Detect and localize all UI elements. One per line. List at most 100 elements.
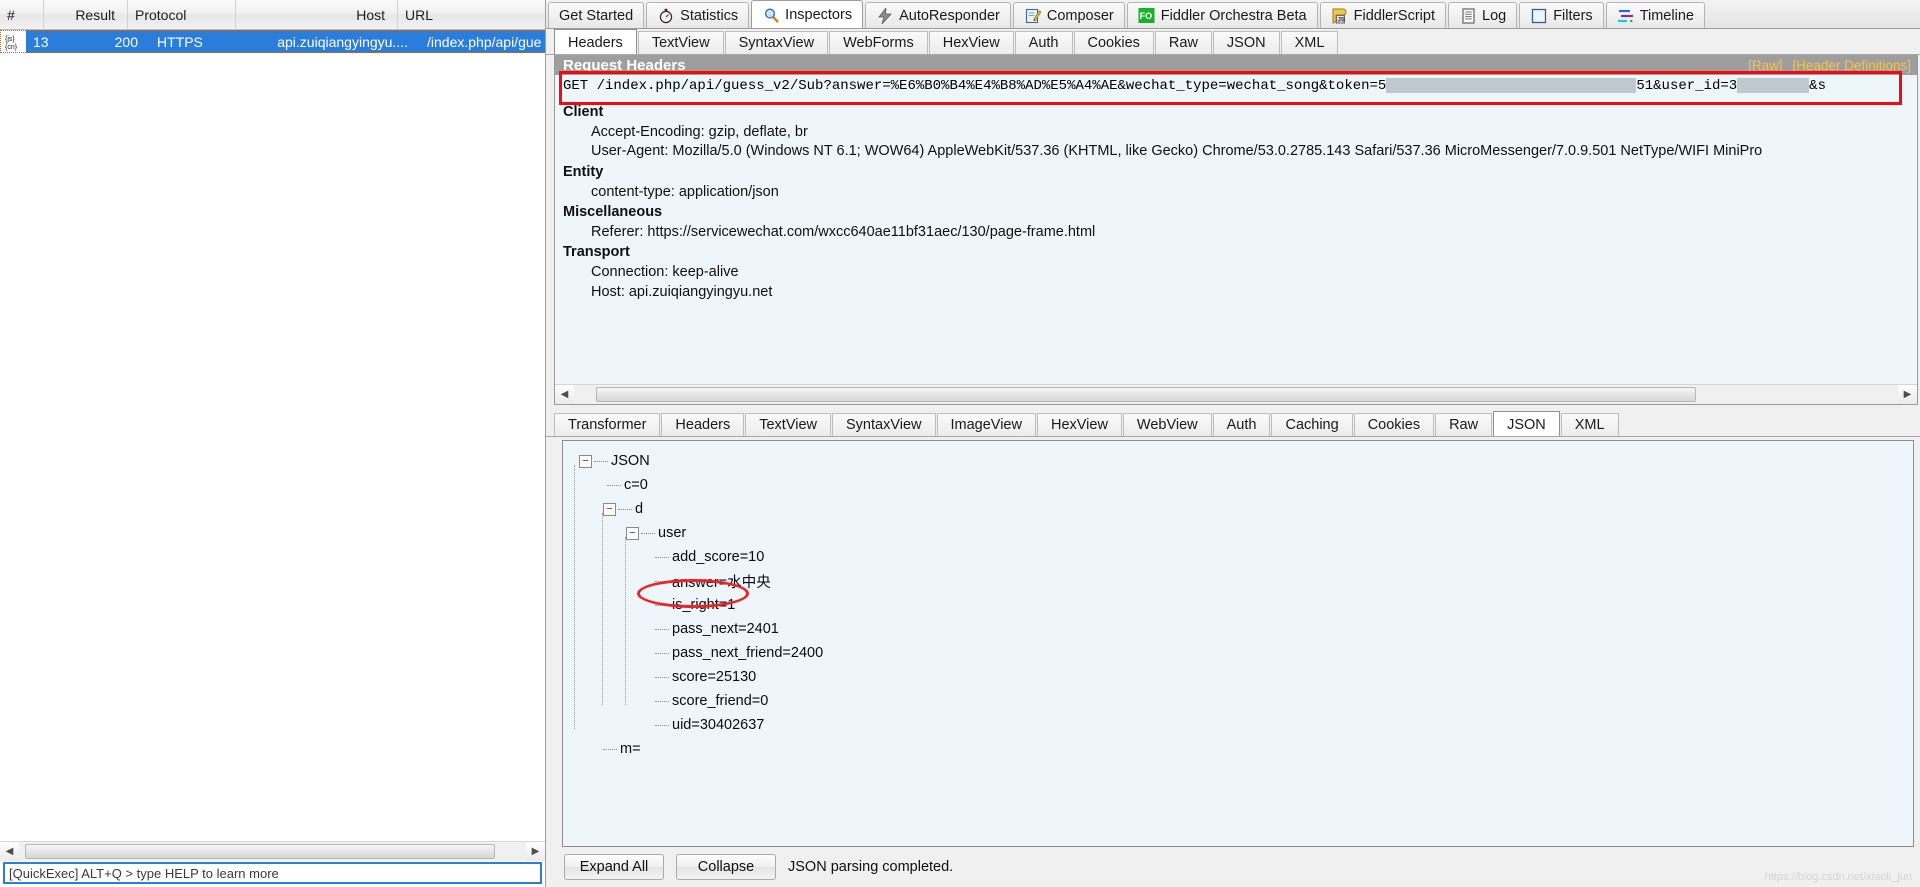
request-inspector-tab-strip[interactable]: Headers TextView SyntaxView WebForms Hex… (546, 29, 1920, 55)
scroll-track[interactable] (574, 385, 1898, 404)
request-line[interactable]: GET /index.php/api/guess_v2/Sub?answer=%… (555, 75, 1917, 99)
header-group-entity[interactable]: Entity (563, 162, 1917, 183)
request-line-mid: 51&user_id=3 (1636, 78, 1738, 95)
header-group-miscellaneous[interactable]: Miscellaneous (563, 202, 1917, 223)
tab-label: Statistics (680, 7, 739, 24)
header-definitions-link[interactable]: [Header Definitions] (1792, 58, 1911, 73)
scroll-left-icon[interactable]: ◀ (555, 385, 574, 404)
column-header-protocol[interactable]: Protocol (128, 0, 236, 29)
tab-resp-transformer[interactable]: Transformer (554, 413, 661, 436)
tab-resp-hexview[interactable]: HexView (1036, 413, 1122, 436)
collapse-toggle-icon[interactable]: − (579, 454, 592, 468)
column-header-number[interactable]: # (0, 0, 44, 29)
tree-node-uid[interactable]: uid=30402637 (575, 713, 1913, 737)
tree-connector-icon (655, 580, 669, 582)
session-list-horizontal-scrollbar[interactable]: ◀ ▶ (0, 841, 545, 861)
header-host[interactable]: Host: api.zuiqiangyingyu.net (563, 283, 1917, 303)
tab-req-hexview[interactable]: HexView (928, 31, 1014, 54)
tree-node-is-right[interactable]: is_right=1 (575, 593, 1913, 617)
collapse-toggle-icon[interactable]: − (603, 502, 616, 516)
request-horizontal-scrollbar[interactable]: ◀ ▶ (555, 384, 1917, 404)
tab-req-syntaxview[interactable]: SyntaxView (724, 31, 829, 54)
scroll-thumb[interactable] (596, 387, 1696, 402)
tree-node-score-friend[interactable]: score_friend=0 (575, 689, 1913, 713)
tree-connector-icon (655, 676, 669, 678)
tab-resp-imageview[interactable]: ImageView (936, 413, 1036, 436)
header-group-transport[interactable]: Transport (563, 242, 1917, 263)
tree-node-pass-next-friend[interactable]: pass_next_friend=2400 (575, 641, 1913, 665)
scroll-right-icon[interactable]: ▶ (526, 841, 545, 861)
scroll-right-icon[interactable]: ▶ (1898, 385, 1917, 404)
tab-resp-webview[interactable]: WebView (1122, 413, 1212, 436)
tree-node-answer[interactable]: answer=水中央 (575, 569, 1913, 593)
tree-node-pass-next[interactable]: pass_next=2401 (575, 617, 1913, 641)
tab-filters[interactable]: Filters (1519, 2, 1604, 28)
session-list-rows[interactable]: {js} {cn} 13 200 HTTPS api.zuiqiangyingy… (0, 30, 545, 841)
tab-fiddlerscript[interactable]: JS FiddlerScript (1319, 2, 1446, 28)
header-connection[interactable]: Connection: keep-alive (563, 263, 1917, 283)
tab-req-auth[interactable]: Auth (1014, 31, 1073, 54)
tree-node-m[interactable]: m= (575, 737, 1913, 761)
tab-label: WebView (1136, 417, 1198, 433)
main-tab-strip[interactable]: Get Started Statistics Inspectors AutoRe… (546, 0, 1920, 29)
tab-timeline[interactable]: Timeline (1605, 2, 1705, 28)
tab-resp-auth[interactable]: Auth (1212, 413, 1271, 436)
tab-resp-headers[interactable]: Headers (661, 413, 745, 436)
tree-node-score[interactable]: score=25130 (575, 665, 1913, 689)
tab-resp-cookies[interactable]: Cookies (1353, 413, 1435, 436)
expand-all-button[interactable]: Expand All (564, 854, 664, 880)
tab-req-json[interactable]: JSON (1212, 31, 1280, 54)
tab-req-raw[interactable]: Raw (1154, 31, 1212, 54)
tree-node-user[interactable]: − user (575, 521, 1913, 545)
column-header-host[interactable]: Host (236, 0, 398, 29)
tab-resp-caching[interactable]: Caching (1271, 413, 1353, 436)
tree-connector-icon (641, 532, 655, 534)
json-tree[interactable]: − JSON c=0 − d − user add_score=10 answe… (562, 440, 1914, 847)
collapse-button[interactable]: Collapse (676, 854, 776, 880)
tab-label: HexView (1050, 417, 1108, 433)
tab-resp-json[interactable]: JSON (1493, 411, 1560, 436)
tab-log[interactable]: Log (1448, 2, 1518, 28)
header-content-type[interactable]: content-type: application/json (563, 183, 1917, 203)
tree-node-add-score[interactable]: add_score=10 (575, 545, 1913, 569)
tab-get-started[interactable]: Get Started (548, 2, 645, 28)
tab-req-textview[interactable]: TextView (637, 31, 724, 54)
tab-statistics[interactable]: Statistics (646, 2, 750, 28)
tab-inspectors[interactable]: Inspectors (751, 0, 864, 28)
response-inspector-tab-strip[interactable]: Transformer Headers TextView SyntaxView … (546, 411, 1920, 437)
tree-node-json[interactable]: − JSON (575, 449, 1913, 473)
header-user-agent[interactable]: User-Agent: Mozilla/5.0 (Windows NT 6.1;… (563, 142, 1917, 162)
tab-resp-xml[interactable]: XML (1560, 413, 1619, 436)
header-referer[interactable]: Referer: https://servicewechat.com/wxcc6… (563, 223, 1917, 243)
tab-req-webforms[interactable]: WebForms (829, 31, 928, 54)
quickexec-input[interactable]: [QuickExec] ALT+Q > type HELP to learn m… (3, 862, 542, 884)
tab-composer[interactable]: Composer (1012, 2, 1125, 28)
tree-connector-icon (607, 484, 621, 486)
header-group-client[interactable]: Client (563, 102, 1917, 123)
table-row[interactable]: {js} {cn} 13 200 HTTPS api.zuiqiangyingy… (0, 30, 545, 53)
svg-text:JS: JS (1338, 18, 1345, 24)
tree-node-c[interactable]: c=0 (575, 473, 1913, 497)
tree-node-d[interactable]: − d (575, 497, 1913, 521)
tab-label: Cookies (1087, 35, 1140, 51)
tab-req-xml[interactable]: XML (1280, 31, 1339, 54)
tab-resp-raw[interactable]: Raw (1435, 413, 1493, 436)
scroll-left-icon[interactable]: ◀ (0, 841, 19, 861)
tab-label: XML (1574, 417, 1605, 433)
response-footer-toolbar: Expand All Collapse JSON parsing complet… (554, 847, 1918, 887)
tab-req-cookies[interactable]: Cookies (1073, 31, 1154, 54)
column-header-url[interactable]: URL (398, 0, 545, 29)
collapse-toggle-icon[interactable]: − (626, 526, 639, 540)
scroll-thumb[interactable] (25, 843, 495, 859)
tab-label: JSON (1226, 35, 1266, 51)
raw-link[interactable]: [Raw] (1748, 58, 1783, 73)
column-header-result[interactable]: Result (44, 0, 128, 29)
tab-label: ImageView (950, 417, 1022, 433)
header-accept-encoding[interactable]: Accept-Encoding: gzip, deflate, br (563, 123, 1917, 143)
tab-resp-textview[interactable]: TextView (745, 413, 831, 436)
tab-resp-syntaxview[interactable]: SyntaxView (832, 413, 936, 436)
tab-req-headers[interactable]: Headers (554, 29, 637, 54)
scroll-track[interactable] (19, 841, 526, 861)
tab-fiddler-orchestra-beta[interactable]: FO Fiddler Orchestra Beta (1126, 2, 1318, 28)
tab-autoresponder[interactable]: AutoResponder (865, 2, 1011, 28)
